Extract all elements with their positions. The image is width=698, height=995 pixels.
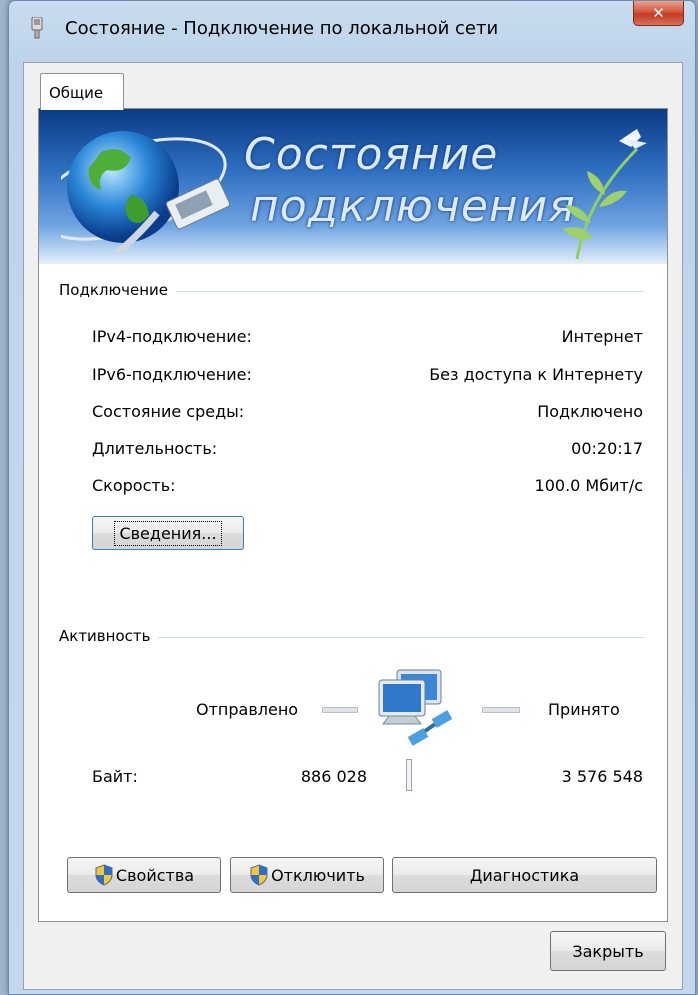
properties-button[interactable]: Свойства: [67, 857, 221, 893]
bytes-received-value: 3 576 548: [561, 767, 643, 786]
title-bar[interactable]: Состояние - Подключение по локальной сет…: [9, 1, 695, 57]
uac-shield-icon: [250, 864, 268, 886]
tab-general[interactable]: Общие: [40, 73, 124, 110]
activity-section-title: Активность: [59, 627, 159, 645]
sent-label: Отправлено: [196, 700, 299, 719]
details-button-label: Сведения...: [114, 520, 222, 546]
close-icon: ✕: [652, 4, 665, 22]
disconnect-button-label: Отключить: [271, 865, 365, 885]
speed-value: 100.0 Мбит/с: [534, 476, 643, 495]
duration-value: 00:20:17: [571, 439, 643, 458]
banner-title-line2: подключения: [250, 181, 576, 232]
network-adapter-icon: [31, 17, 43, 39]
close-button-label: Закрыть: [572, 941, 644, 961]
media-state-value: Подключено: [537, 402, 643, 421]
banner-title: Состояние подключения: [244, 129, 576, 233]
received-label: Принято: [548, 700, 620, 719]
bird-icon: [563, 129, 647, 260]
uac-shield-icon: [95, 864, 113, 886]
details-button[interactable]: Сведения...: [92, 516, 244, 550]
speed-label: Скорость:: [92, 476, 176, 495]
ipv4-label: IPv4-подключение:: [92, 327, 252, 346]
diagnose-button[interactable]: Диагностика: [392, 857, 657, 893]
diagnose-button-label: Диагностика: [469, 865, 580, 885]
window-title: Состояние - Подключение по локальной сет…: [65, 18, 499, 39]
duration-label: Длительность:: [92, 439, 218, 458]
sent-pipe: [322, 707, 358, 713]
tab-panel-general: Состояние подключения Подключение IPv4-п…: [38, 108, 668, 922]
connection-section-title: Подключение: [59, 281, 176, 299]
status-banner: Состояние подключения: [39, 109, 667, 264]
ipv4-value: Интернет: [561, 327, 643, 346]
media-state-label: Состояние среды:: [92, 402, 245, 421]
network-computers-icon: [378, 669, 453, 746]
dialog-window: Состояние - Подключение по локальной сет…: [8, 0, 696, 995]
close-window-button[interactable]: ✕: [633, 1, 684, 26]
bytes-sent-value: 886 028: [300, 767, 367, 786]
disconnect-button[interactable]: Отключить: [230, 857, 384, 893]
banner-title-line1: Состояние: [244, 129, 499, 180]
globe-icon: [61, 131, 231, 256]
properties-button-label: Свойства: [115, 865, 195, 885]
ipv6-label: IPv6-подключение:: [92, 365, 252, 384]
dialog-client-area: Общие Состояние подключения Подключение …: [23, 62, 683, 990]
bytes-label: Байт:: [92, 767, 138, 786]
received-pipe: [482, 707, 520, 713]
activity-gauge: [406, 759, 412, 791]
close-button[interactable]: Закрыть: [550, 931, 666, 971]
tab-general-label: Общие: [49, 84, 104, 102]
ipv6-value: Без доступа к Интернету: [429, 365, 643, 384]
